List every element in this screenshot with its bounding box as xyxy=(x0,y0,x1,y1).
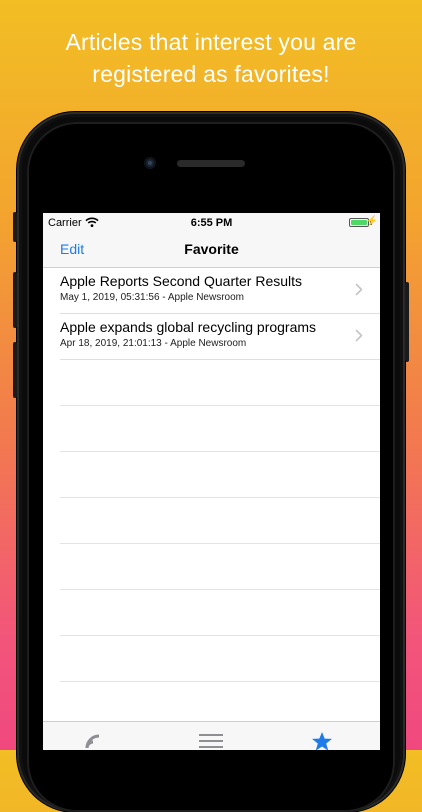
promo-headline: Articles that interest you are registere… xyxy=(0,26,422,90)
charging-bolt-icon: ⚡ xyxy=(365,216,378,227)
empty-row xyxy=(60,590,380,636)
edit-button[interactable]: Edit xyxy=(60,241,84,257)
promo-line-2: registered as favorites! xyxy=(92,61,330,87)
chevron-right-icon xyxy=(355,283,363,301)
empty-row xyxy=(60,360,380,406)
status-time: 6:55 PM xyxy=(190,217,233,229)
favorites-list: Apple Reports Second Quarter Results May… xyxy=(43,268,380,728)
phone-side-button-left-1 xyxy=(13,212,17,242)
empty-row xyxy=(60,636,380,682)
rss-feed-icon xyxy=(83,734,109,750)
tab-favorites[interactable] xyxy=(309,732,339,750)
empty-row xyxy=(60,452,380,498)
phone-side-button-left-2 xyxy=(13,272,17,328)
favorite-row-1[interactable]: Apple Reports Second Quarter Results May… xyxy=(60,268,380,314)
favorite-row-2[interactable]: Apple expands global recycling programs … xyxy=(60,314,380,360)
list-icon xyxy=(199,734,225,750)
status-bar: Carrier 6:55 PM ⚡ xyxy=(43,213,380,233)
promo-line-1: Articles that interest you are xyxy=(65,29,357,55)
tab-list[interactable] xyxy=(199,732,229,750)
app-screen: Carrier 6:55 PM ⚡ Edit Favorite Apple Re… xyxy=(43,213,380,750)
star-icon xyxy=(309,732,335,750)
front-camera xyxy=(144,157,156,169)
phone-side-button-left-3 xyxy=(13,342,17,398)
page-title: Favorite xyxy=(184,241,239,257)
phone-side-button-right xyxy=(405,282,409,362)
tab-bar xyxy=(43,721,380,750)
empty-row xyxy=(60,498,380,544)
navigation-bar: Edit Favorite xyxy=(43,233,380,268)
favorite-subtitle: May 1, 2019, 05:31:56 - Apple Newsroom xyxy=(60,292,244,303)
tab-feeds[interactable] xyxy=(83,732,113,750)
favorite-title: Apple expands global recycling programs xyxy=(60,319,317,335)
empty-row xyxy=(60,406,380,452)
earpiece-speaker xyxy=(177,160,245,167)
chevron-right-icon xyxy=(355,329,363,347)
favorite-subtitle: Apr 18, 2019, 21:01:13 - Apple Newsroom xyxy=(60,338,247,349)
favorite-title: Apple Reports Second Quarter Results xyxy=(60,273,303,289)
empty-row xyxy=(60,544,380,590)
